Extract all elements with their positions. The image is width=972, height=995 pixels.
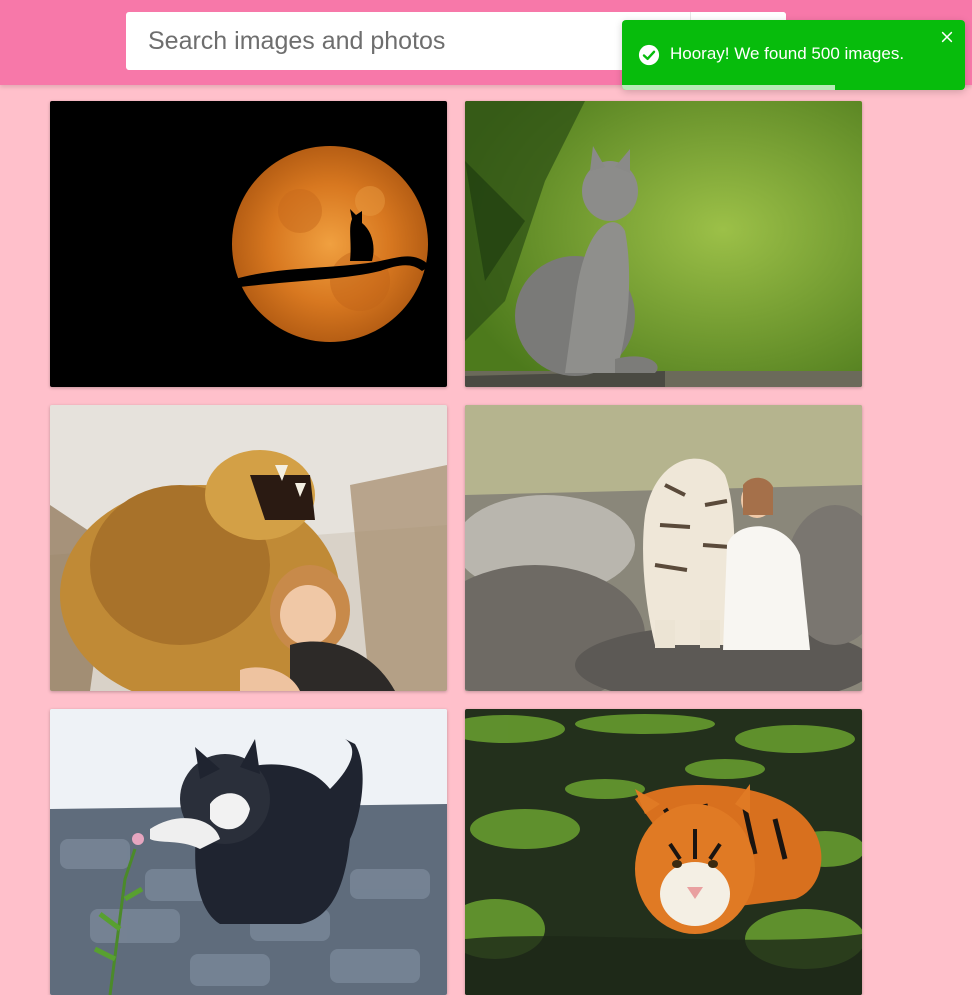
- gallery-image: [50, 101, 447, 387]
- gallery-item-tiger-water[interactable]: [465, 709, 862, 995]
- gallery-item-kitten-flower[interactable]: [50, 709, 447, 995]
- gallery-item-lion-girl[interactable]: [50, 405, 447, 691]
- gallery-item-gray-kitten[interactable]: [465, 101, 862, 387]
- toast-progress-track: [622, 85, 965, 90]
- toast-progress-bar: [622, 85, 835, 90]
- gallery-image: [50, 709, 447, 995]
- gallery-image: [465, 405, 862, 691]
- gallery-image: [465, 101, 862, 387]
- search-input[interactable]: [126, 12, 690, 70]
- close-icon[interactable]: [939, 29, 955, 45]
- toast-message: Hooray! We found 500 images.: [670, 44, 905, 63]
- gallery-item-white-tiger[interactable]: [465, 405, 862, 691]
- gallery-image: [465, 709, 862, 995]
- success-toast: Hooray! We found 500 images.: [622, 20, 965, 90]
- check-circle-icon: [638, 44, 660, 66]
- gallery-image: [50, 405, 447, 691]
- gallery-item-moon-cat[interactable]: [50, 101, 447, 387]
